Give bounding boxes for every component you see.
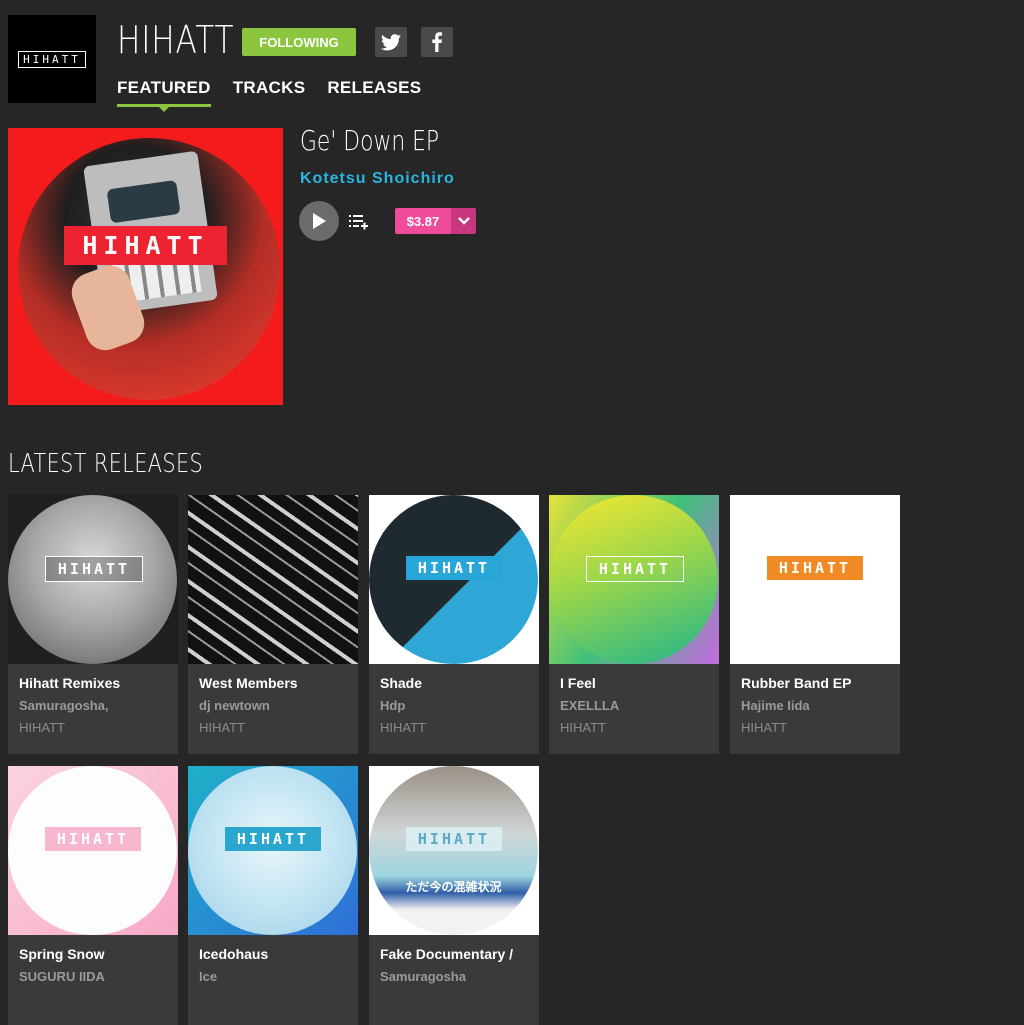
play-button[interactable] [299, 201, 339, 241]
release-card[interactable]: West Members dj newtown HIHATT [188, 495, 358, 754]
release-title[interactable]: I Feel [560, 675, 708, 691]
release-title[interactable]: West Members [199, 675, 347, 691]
release-title[interactable]: Fake Documentary / [380, 946, 528, 962]
release-card[interactable]: HIHATT Rubber Band EP Hajime Iida HIHATT [730, 495, 900, 754]
release-artwork-label: HIHATT [767, 556, 863, 580]
release-artist[interactable]: dj newtown [199, 698, 347, 713]
release-artwork: HIHATT [730, 495, 900, 664]
release-artist[interactable]: Ice [199, 969, 347, 984]
release-title[interactable]: Shade [380, 675, 528, 691]
release-artist[interactable]: Samuragosha [380, 969, 528, 984]
logo-text: HIHATT [18, 50, 86, 68]
featured-artist[interactable]: Kotetsu Shoichiro [300, 170, 455, 188]
release-card[interactable]: HIHATT Icedohaus Ice [188, 766, 358, 1025]
facebook-button[interactable] [421, 27, 453, 57]
latest-releases-heading: LATEST RELEASES [8, 449, 204, 479]
release-artwork: HIHATT [549, 495, 719, 664]
release-label: HIHATT [560, 720, 606, 735]
release-artwork: HIHATT [8, 766, 178, 935]
label-logo[interactable]: HIHATT [8, 15, 96, 103]
release-artwork-label: HIHATT [45, 827, 141, 851]
tab-featured[interactable]: FEATURED [117, 78, 211, 112]
release-label: HIHATT [199, 720, 245, 735]
follow-button[interactable]: FOLLOWING [242, 28, 356, 56]
release-card[interactable]: HIHATT ただ今の混雑状況 Fake Documentary / Samur… [369, 766, 539, 1025]
tab-tracks[interactable]: TRACKS [233, 78, 306, 107]
buy-options-dropdown[interactable] [451, 208, 476, 234]
release-artwork: HIHATT ただ今の混雑状況 [369, 766, 539, 935]
release-artwork-label: HIHATT [586, 556, 684, 582]
release-artwork-caption: ただ今の混雑状況 [405, 880, 502, 894]
queue-add-icon [349, 215, 368, 230]
release-artist[interactable]: Hdp [380, 698, 528, 713]
tab-releases[interactable]: RELEASES [327, 78, 421, 107]
twitter-icon [381, 33, 401, 50]
add-to-queue-button[interactable] [348, 210, 370, 232]
release-card[interactable]: HIHATT Hihatt Remixes Samuragosha, HIHAT… [8, 495, 178, 754]
label-tabs: FEATURED TRACKS RELEASES [117, 78, 421, 112]
release-artwork [188, 495, 358, 664]
release-card[interactable]: HIHATT I Feel EXELLLA HIHATT [549, 495, 719, 754]
play-icon [313, 213, 326, 229]
release-artist[interactable]: Hajime Iida [741, 698, 889, 713]
facebook-icon [432, 32, 442, 52]
release-title[interactable]: Hihatt Remixes [19, 675, 167, 691]
release-artwork: HIHATT [8, 495, 178, 664]
release-artwork: HIHATT [188, 766, 358, 935]
release-artist[interactable]: Samuragosha, [19, 698, 167, 713]
release-artwork-label: HIHATT [406, 827, 502, 851]
release-artwork-label: HIHATT [45, 556, 143, 582]
release-artwork-label: HIHATT [406, 556, 502, 580]
release-card[interactable]: HIHATT Spring Snow SUGURU IIDA [8, 766, 178, 1025]
featured-title[interactable]: Ge' Down EP [300, 124, 439, 157]
buy-price-button[interactable]: $3.87 [395, 208, 451, 234]
release-title[interactable]: Spring Snow [19, 946, 167, 962]
chevron-down-icon [457, 217, 470, 225]
release-title[interactable]: Rubber Band EP [741, 675, 889, 691]
featured-artwork-label: HIHATT [64, 226, 227, 265]
featured-artwork[interactable]: HIHATT [8, 128, 283, 405]
release-label: HIHATT [19, 720, 65, 735]
release-artwork-label: HIHATT [225, 827, 321, 851]
release-card[interactable]: HIHATT Shade Hdp HIHATT [369, 495, 539, 754]
twitter-button[interactable] [375, 27, 407, 57]
label-name: HIHATT [117, 18, 235, 62]
release-artwork: HIHATT [369, 495, 539, 664]
release-artist[interactable]: EXELLLA [560, 698, 708, 713]
featured-artwork-photo [18, 138, 280, 400]
release-label: HIHATT [380, 720, 426, 735]
release-artist[interactable]: SUGURU IIDA [19, 969, 167, 984]
release-title[interactable]: Icedohaus [199, 946, 347, 962]
release-label: HIHATT [741, 720, 787, 735]
